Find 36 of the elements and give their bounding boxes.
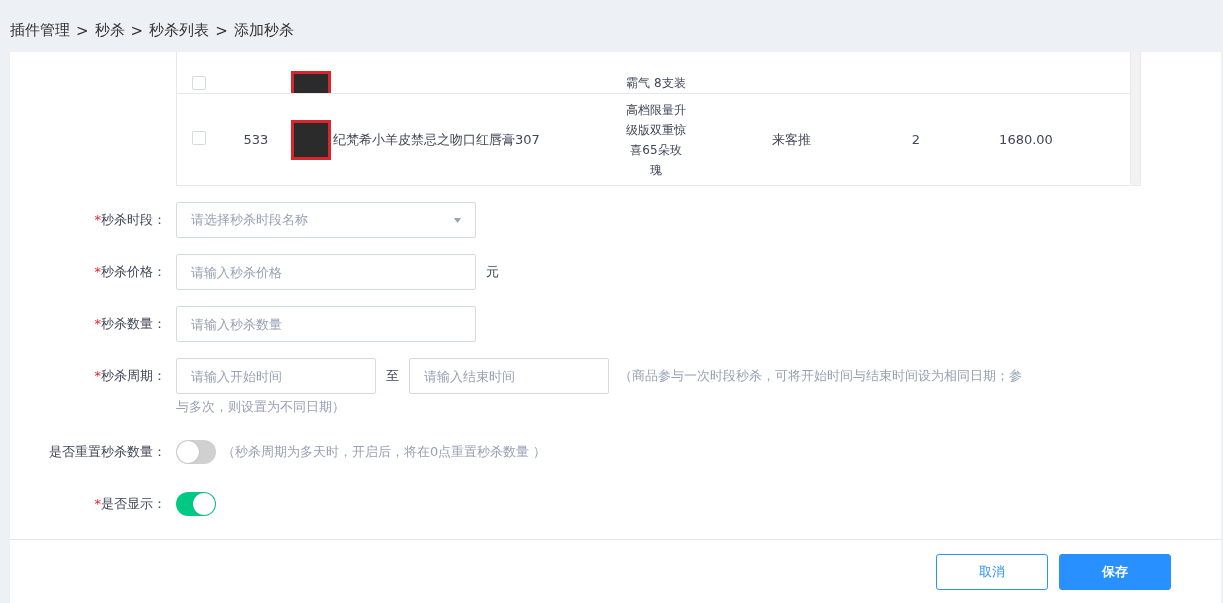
input-field[interactable]: 请输入结束时间 [409,358,609,394]
breadcrumb-item[interactable]: 添加秒杀 [233,21,294,40]
checkbox[interactable] [192,131,206,145]
field-label: *是否显示： [93,495,166,513]
input-field[interactable]: 请输入开始时间 [176,358,376,394]
range-separator: 至 [386,367,399,385]
breadcrumb-separator: > [130,22,144,40]
breadcrumb-separator: > [215,22,228,40]
checkbox[interactable] [192,76,206,90]
breadcrumb-item[interactable]: 秒杀列表 [149,21,210,40]
hint-text: （秒杀周期为多天时，开启后，将在0点重置秒杀数量 ） [222,443,547,461]
table-cell-text: 高档限量升级版双重惊喜65朵玫瑰 [625,101,687,179]
table-cell-text: 1680.00 [998,132,1054,147]
input-field[interactable]: 请输入秒杀价格 [176,254,476,290]
product-name: 纪梵希小羊皮禁忌之吻口红唇膏307 [333,130,540,149]
caret-icon [454,217,461,223]
scrollbar[interactable] [1130,52,1140,185]
toggle-switch[interactable] [176,440,216,464]
breadcrumb-item[interactable]: 秒杀 [94,21,125,40]
field-label: *秒杀时段： [93,211,166,229]
table-cell-text: 533 [242,132,270,147]
breadcrumb-item[interactable]: 插件管理 [10,21,70,40]
field-label: *秒杀价格： [93,263,166,281]
breadcrumb-separator: > [76,22,89,40]
field-label: *秒杀数量： [93,315,166,333]
field-label: *秒杀周期： [93,367,166,385]
input-field[interactable]: 请输入秒杀数量 [176,306,476,342]
product-thumbnail [291,119,331,160]
table-cell-text: 霸气 8支装 [625,75,687,92]
hint-text: （商品参与一次时段秒杀，可将开始时间与结束时间设为相同日期；参 [619,367,1022,385]
table-cell-text: 来客推 [770,130,812,149]
table-cell-text: 2 [910,132,922,147]
toggle-switch[interactable] [176,492,216,516]
hint-text: 与多次，则设置为不同日期） [176,398,346,416]
unit-label: 元 [486,263,499,281]
field-label: 是否重置秒杀数量： [48,443,166,461]
